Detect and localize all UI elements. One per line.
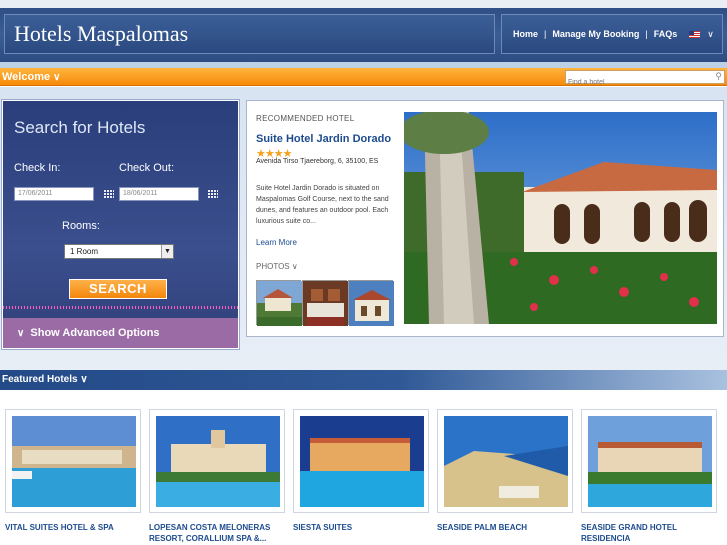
photos-toggle[interactable]: PHOTOS ∨: [256, 262, 298, 271]
search-title: Search for Hotels: [14, 118, 146, 137]
featured-hotel-photo[interactable]: [156, 416, 280, 507]
calendar-icon[interactable]: [104, 189, 114, 198]
featured-hotel-photo[interactable]: [588, 416, 712, 507]
divider: [3, 306, 238, 309]
checkout-field[interactable]: 18/06/2011: [119, 187, 199, 201]
photo-thumbnail[interactable]: [256, 280, 302, 326]
us-flag-icon[interactable]: [689, 30, 701, 38]
welcome-menu[interactable]: Welcome ∨: [2, 71, 60, 83]
rooms-label: Rooms:: [62, 220, 100, 232]
photo-thumbnail[interactable]: [348, 280, 394, 326]
chevron-down-icon: ∨: [291, 262, 298, 271]
featured-hotel-photo[interactable]: [300, 416, 424, 507]
featured-hotel-name[interactable]: SEASIDE PALM BEACH: [437, 522, 577, 533]
nav-manage-booking[interactable]: Manage My Booking: [552, 29, 639, 39]
featured-hotel-photo[interactable]: [12, 416, 136, 507]
featured-hotel-card[interactable]: [293, 409, 429, 513]
chevron-down-icon: ∨: [53, 72, 61, 83]
rooms-value: 1 Room: [70, 247, 99, 256]
photos-label: PHOTOS: [256, 262, 290, 271]
dropdown-arrow-icon[interactable]: ▼: [161, 245, 173, 258]
find-hotel-box: ⚲: [565, 70, 725, 89]
checkout-label: Check Out:: [119, 162, 175, 174]
welcome-label: Welcome: [2, 71, 51, 83]
advanced-options-toggle[interactable]: ∨ Show Advanced Options: [3, 318, 238, 348]
welcome-bar: Welcome ∨ ⚲: [0, 68, 727, 89]
search-icon[interactable]: ⚲: [715, 71, 722, 82]
site-title[interactable]: Hotels Maspalomas: [14, 21, 188, 47]
hotel-main-photo[interactable]: [404, 112, 717, 324]
featured-hotel-card[interactable]: [149, 409, 285, 513]
brand-box: Hotels Maspalomas: [4, 14, 495, 54]
hotel-address: Avenida Tirso Tjaereborg, 6, 35100, ES: [256, 158, 379, 165]
learn-more-link[interactable]: Learn More: [256, 238, 297, 247]
recommended-hotel-panel: RECOMMENDED HOTEL Suite Hotel Jardin Dor…: [246, 100, 724, 337]
recommended-heading: RECOMMENDED HOTEL: [256, 114, 355, 123]
featured-hotel-photo[interactable]: [444, 416, 568, 507]
nav-separator: |: [645, 29, 648, 39]
featured-hotels-title: Featured Hotels: [2, 374, 78, 385]
site-header: Hotels Maspalomas Home | Manage My Booki…: [0, 0, 727, 62]
top-nav: Home | Manage My Booking | FAQs ∨: [501, 14, 723, 54]
calendar-icon[interactable]: [208, 189, 218, 198]
featured-hotels-bar: Featured Hotels ∨: [0, 370, 727, 390]
nav-separator: |: [544, 29, 547, 39]
featured-hotel-card[interactable]: [437, 409, 573, 513]
featured-hotel-name[interactable]: SEASIDE GRAND HOTEL RESIDENCIA: [581, 522, 721, 544]
featured-hotel-name[interactable]: LOPESAN COSTA MELONERAS RESORT, CORALLIU…: [149, 522, 289, 544]
featured-hotel-card[interactable]: [581, 409, 717, 513]
nav-faqs[interactable]: FAQs: [654, 29, 678, 39]
checkin-field[interactable]: 17/06/2011: [14, 187, 94, 201]
photo-thumbnail[interactable]: [302, 280, 348, 326]
search-panel: Search for Hotels Check In: Check Out: 1…: [2, 100, 239, 349]
checkin-label: Check In:: [14, 162, 61, 174]
chevron-down-icon: ∨: [80, 374, 88, 385]
featured-hotels-toggle[interactable]: Featured Hotels ∨: [2, 374, 88, 385]
hotel-description: Suite Hotel Jardin Dorado is situated on…: [256, 185, 389, 225]
rooms-select[interactable]: 1 Room ▼: [64, 244, 174, 259]
advanced-options-label: Show Advanced Options: [30, 327, 160, 339]
featured-hotel-name[interactable]: VITAL SUITES HOTEL & SPA: [5, 522, 145, 533]
featured-hotel-name[interactable]: SIESTA SUITES: [293, 522, 433, 533]
recommended-hotel-name[interactable]: Suite Hotel Jardin Dorado: [256, 133, 391, 145]
chevron-down-icon[interactable]: ∨: [707, 29, 714, 40]
nav-home[interactable]: Home: [513, 29, 538, 39]
search-button[interactable]: SEARCH: [69, 279, 167, 299]
featured-hotel-card[interactable]: [5, 409, 141, 513]
chevron-down-icon: ∨: [17, 328, 25, 339]
